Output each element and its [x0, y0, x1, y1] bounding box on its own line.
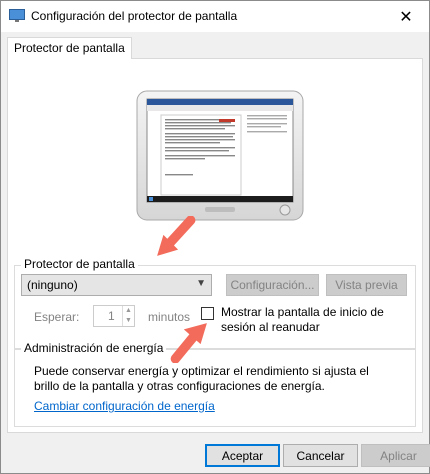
chevron-up-icon[interactable]: ▲ — [123, 306, 134, 316]
tab-screensaver[interactable]: Protector de pantalla — [7, 37, 132, 59]
chevron-down-icon: ▼ — [196, 278, 206, 289]
wait-label: Esperar: — [34, 310, 80, 324]
annotation-arrow-icon — [170, 323, 207, 363]
close-icon: ✕ — [399, 8, 413, 26]
preview-button[interactable]: Vista previa — [326, 274, 407, 296]
stepper-arrows[interactable]: ▲ ▼ — [122, 306, 134, 326]
monitor-icon — [9, 9, 25, 22]
settings-button[interactable]: Configuración... — [226, 274, 319, 296]
screensaver-select-value: (ninguno) — [27, 278, 78, 292]
title-bar: Configuración del protector de pantalla … — [1, 1, 429, 32]
resume-logon-checkbox[interactable] — [201, 307, 214, 320]
change-power-settings-link[interactable]: Cambiar configuración de energía — [34, 399, 215, 413]
power-group-label: Administración de energía — [21, 341, 167, 355]
screensaver-group-label: Protector de pantalla — [21, 257, 138, 271]
resume-logon-label[interactable]: Mostrar la pantalla de inicio de sesión … — [221, 305, 421, 335]
close-button[interactable]: ✕ — [383, 1, 429, 32]
monitor-preview — [136, 90, 304, 221]
tab-panel: Protector de pantalla (ninguno) ▼ Config… — [7, 58, 423, 433]
screensaver-settings-window: Configuración del protector de pantalla … — [0, 0, 430, 474]
wait-minutes-value: 1 — [108, 309, 115, 323]
power-description: Puede conservar energía y optimizar el r… — [34, 364, 369, 393]
ok-button[interactable]: Aceptar — [205, 444, 280, 467]
screensaver-select[interactable]: (ninguno) ▼ — [21, 274, 212, 296]
wait-minutes-stepper[interactable]: 1 ▲ ▼ — [93, 305, 135, 327]
chevron-down-icon[interactable]: ▼ — [123, 316, 134, 326]
annotation-arrow-icon — [157, 216, 196, 256]
cancel-button[interactable]: Cancelar — [283, 444, 358, 467]
window-title: Configuración del protector de pantalla — [31, 9, 238, 23]
apply-button[interactable]: Aplicar — [361, 444, 430, 467]
